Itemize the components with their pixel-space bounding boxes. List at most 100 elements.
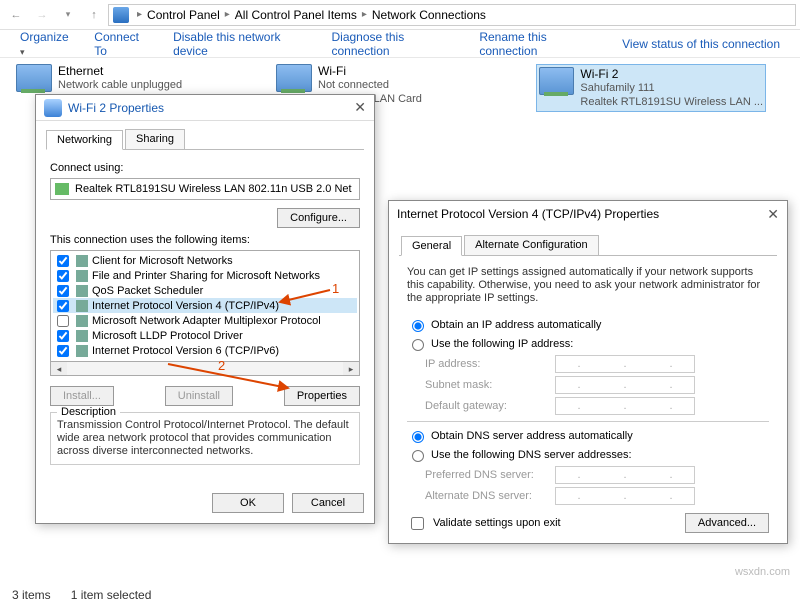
crumb-control-panel[interactable]: Control Panel	[147, 8, 220, 22]
nav-bar: ← → ▾ ↑ ▸ Control Panel ▸ All Control Pa…	[0, 0, 800, 30]
item-checkbox[interactable]	[57, 255, 69, 267]
item-checkbox[interactable]	[57, 315, 69, 327]
item-checkbox[interactable]	[57, 270, 69, 282]
connect-to-button[interactable]: Connect To	[94, 30, 151, 58]
network-adapter-icon	[276, 64, 312, 92]
description-legend: Description	[57, 406, 120, 418]
ok-button[interactable]: OK	[212, 493, 284, 513]
network-adapter-icon	[16, 64, 52, 92]
dialog-title: Wi-Fi 2 Properties	[68, 101, 164, 115]
recent-dropdown-icon[interactable]: ▾	[56, 3, 80, 27]
status-bar: 3 items 1 item selected	[12, 588, 151, 602]
horizontal-scrollbar[interactable]: ◂ ▸	[50, 362, 360, 376]
back-icon[interactable]: ←	[4, 3, 28, 27]
adapter-small-icon	[55, 183, 69, 195]
connect-using-label: Connect using:	[50, 162, 360, 174]
connection-name: Ethernet	[58, 64, 182, 78]
crumb-network-connections[interactable]: Network Connections	[372, 8, 486, 22]
network-adapter-icon	[539, 67, 574, 95]
control-panel-icon	[113, 7, 129, 23]
item-checkbox[interactable]	[57, 285, 69, 297]
component-icon	[76, 270, 88, 282]
connection-status: Not connected	[318, 78, 422, 92]
status-selected-count: 1 item selected	[71, 588, 152, 602]
list-item: Microsoft Network Adapter Multiplexor Pr…	[53, 313, 357, 328]
gateway-input: ...	[555, 397, 695, 415]
tab-general[interactable]: General	[401, 236, 462, 256]
properties-button[interactable]: Properties	[284, 386, 360, 406]
watermark: wsxdn.com	[735, 566, 790, 578]
install-button[interactable]: Install...	[50, 386, 114, 406]
adapter-icon	[44, 99, 62, 117]
adapter-name: Realtek RTL8191SU Wireless LAN 802.11n U…	[75, 183, 352, 195]
tab-alternate-config[interactable]: Alternate Configuration	[464, 235, 599, 255]
close-icon[interactable]: ✕	[767, 206, 779, 223]
subnet-label: Subnet mask:	[425, 379, 555, 391]
chevron-right-icon[interactable]: ▸	[137, 9, 142, 20]
subnet-input: ...	[555, 376, 695, 394]
items-label: This connection uses the following items…	[50, 234, 360, 246]
close-icon[interactable]: ✕	[354, 99, 366, 116]
item-checkbox[interactable]	[57, 300, 69, 312]
adapter-field: Realtek RTL8191SU Wireless LAN 802.11n U…	[50, 178, 360, 200]
configure-button[interactable]: Configure...	[277, 208, 360, 228]
connection-status: Network cable unplugged	[58, 78, 182, 92]
organize-menu[interactable]: Organize	[20, 30, 72, 58]
list-item: Microsoft LLDP Protocol Driver	[53, 328, 357, 343]
ip-address-input: ...	[555, 355, 695, 373]
component-icon	[76, 255, 88, 267]
scroll-track[interactable]	[67, 362, 343, 375]
ipv4-properties-dialog: Internet Protocol Version 4 (TCP/IPv4) P…	[388, 200, 788, 544]
cancel-button[interactable]: Cancel	[292, 493, 364, 513]
up-icon[interactable]: ↑	[82, 3, 106, 27]
preferred-dns-label: Preferred DNS server:	[425, 469, 555, 481]
component-icon	[76, 300, 88, 312]
connection-name: Wi-Fi	[318, 64, 422, 78]
list-item: QoS Packet Scheduler	[53, 283, 357, 298]
crumb-all-items[interactable]: All Control Panel Items	[235, 8, 357, 22]
command-bar: Organize Connect To Disable this network…	[0, 30, 800, 58]
list-item: File and Printer Sharing for Microsoft N…	[53, 268, 357, 283]
uninstall-button[interactable]: Uninstall	[165, 386, 233, 406]
disable-device-button[interactable]: Disable this network device	[173, 30, 309, 58]
advanced-button[interactable]: Advanced...	[685, 513, 769, 533]
rename-button[interactable]: Rename this connection	[479, 30, 600, 58]
chevron-right-icon[interactable]: ▸	[362, 9, 367, 20]
description-text: Transmission Control Protocol/Internet P…	[57, 419, 353, 458]
component-icon	[76, 315, 88, 327]
tab-sharing[interactable]: Sharing	[125, 129, 185, 149]
view-status-button[interactable]: View status of this connection	[622, 37, 780, 51]
network-items-list[interactable]: Client for Microsoft Networks File and P…	[50, 250, 360, 362]
breadcrumb[interactable]: ▸ Control Panel ▸ All Control Panel Item…	[108, 4, 796, 26]
component-icon	[76, 285, 88, 297]
connection-adapter: Realtek RTL8191SU Wireless LAN ...	[580, 95, 763, 109]
alternate-dns-input: ...	[555, 487, 695, 505]
item-checkbox[interactable]	[57, 345, 69, 357]
list-item: Client for Microsoft Networks	[53, 253, 357, 268]
list-item-ipv4: Internet Protocol Version 4 (TCP/IPv4)	[53, 298, 357, 313]
gateway-label: Default gateway:	[425, 400, 555, 412]
validate-checkbox[interactable]	[411, 517, 424, 530]
scroll-right-icon[interactable]: ▸	[343, 362, 359, 375]
radio-use-ip[interactable]	[412, 339, 424, 351]
item-checkbox[interactable]	[57, 330, 69, 342]
alternate-dns-label: Alternate DNS server:	[425, 490, 555, 502]
radio-use-dns[interactable]	[412, 450, 424, 462]
list-item: Internet Protocol Version 6 (TCP/IPv6)	[53, 343, 357, 358]
connection-status: Sahufamily 111	[580, 81, 763, 95]
radio-obtain-dns[interactable]	[412, 431, 424, 443]
component-icon	[76, 330, 88, 342]
radio-obtain-ip[interactable]	[412, 320, 424, 332]
status-item-count: 3 items	[12, 588, 51, 602]
tab-networking[interactable]: Networking	[46, 130, 123, 150]
forward-icon: →	[30, 3, 54, 27]
diagnose-button[interactable]: Diagnose this connection	[332, 30, 458, 58]
connection-wifi2[interactable]: Wi-Fi 2 Sahufamily 111 Realtek RTL8191SU…	[536, 64, 766, 112]
dialog-title: Internet Protocol Version 4 (TCP/IPv4) P…	[397, 207, 659, 221]
component-icon	[76, 345, 88, 357]
ipv4-intro-text: You can get IP settings assigned automat…	[407, 266, 769, 305]
chevron-right-icon[interactable]: ▸	[225, 9, 230, 20]
ip-address-label: IP address:	[425, 358, 555, 370]
connection-name: Wi-Fi 2	[580, 67, 763, 81]
scroll-left-icon[interactable]: ◂	[51, 362, 67, 375]
